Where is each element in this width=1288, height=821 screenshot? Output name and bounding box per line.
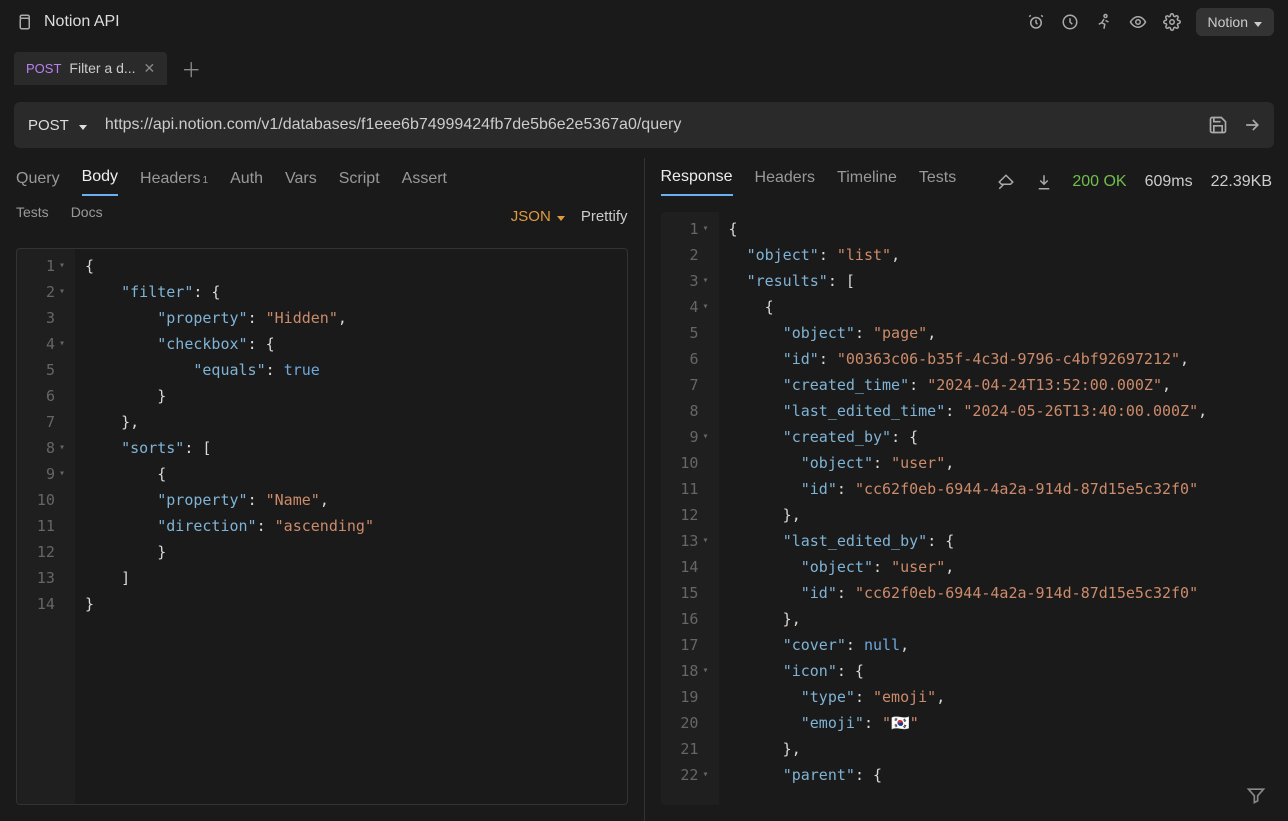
eye-icon[interactable]	[1128, 12, 1148, 32]
tab-label: Filter a d...	[69, 60, 135, 76]
tab-docs[interactable]: Docs	[71, 204, 103, 228]
history-icon[interactable]	[1060, 12, 1080, 32]
collection-icon	[14, 12, 34, 32]
filter-icon[interactable]	[1246, 785, 1266, 805]
tab-vars[interactable]: Vars	[285, 170, 317, 196]
send-icon[interactable]	[1242, 115, 1262, 135]
alarm-icon[interactable]	[1026, 12, 1046, 32]
response-size: 22.39KB	[1211, 173, 1272, 191]
request-tab[interactable]: POST Filter a d... ✕	[14, 52, 167, 85]
tab-response-tests[interactable]: Tests	[919, 169, 956, 195]
runner-icon[interactable]	[1094, 12, 1114, 32]
prettify-button[interactable]: Prettify	[581, 208, 628, 225]
response-body-viewer[interactable]: 1▾2 3▾4▾5 6 7 8 9▾10 11 12 13▾14 15 16 1…	[661, 212, 1273, 805]
status-badge: 200 OK	[1072, 173, 1126, 191]
tab-response-headers[interactable]: Headers	[755, 169, 815, 195]
tab-method: POST	[26, 61, 61, 76]
gear-icon[interactable]	[1162, 12, 1182, 32]
method-select[interactable]: POST	[28, 117, 101, 134]
save-icon[interactable]	[1208, 115, 1228, 135]
url-input[interactable]	[101, 116, 1208, 134]
download-icon[interactable]	[1034, 172, 1054, 192]
body-format-select[interactable]: JSON	[511, 208, 565, 225]
close-icon[interactable]: ✕	[144, 60, 156, 77]
chevron-down-icon	[1254, 14, 1262, 30]
url-bar: POST	[14, 102, 1274, 148]
tab-response[interactable]: Response	[661, 168, 733, 196]
response-section-tabs: Response Headers Timeline Tests 200 OK 6…	[645, 158, 1288, 196]
request-section-tabs: Query Body Headers1 Auth Vars Script Ass…	[0, 158, 644, 196]
chevron-down-icon	[557, 208, 565, 225]
environment-label: Notion	[1208, 14, 1248, 30]
tab-query[interactable]: Query	[16, 170, 60, 196]
tab-timeline[interactable]: Timeline	[837, 169, 897, 195]
tab-tests[interactable]: Tests	[16, 204, 49, 228]
app-title: Notion API	[44, 13, 120, 31]
tab-body[interactable]: Body	[82, 168, 118, 196]
chevron-down-icon	[79, 117, 87, 134]
tab-auth[interactable]: Auth	[230, 170, 263, 196]
environment-selector[interactable]: Notion	[1196, 8, 1274, 36]
method-label: POST	[28, 117, 69, 134]
response-time: 609ms	[1145, 173, 1193, 191]
clear-response-icon[interactable]	[996, 172, 1016, 192]
request-body-editor[interactable]: 1▾2▾3 4▾5 6 7 8▾9▾10 11 12 13 14 { "filt…	[16, 248, 628, 805]
tab-assert[interactable]: Assert	[402, 170, 447, 196]
tab-script[interactable]: Script	[339, 170, 380, 196]
tab-headers[interactable]: Headers1	[140, 170, 208, 196]
add-tab-button[interactable]: ＋	[173, 46, 209, 91]
